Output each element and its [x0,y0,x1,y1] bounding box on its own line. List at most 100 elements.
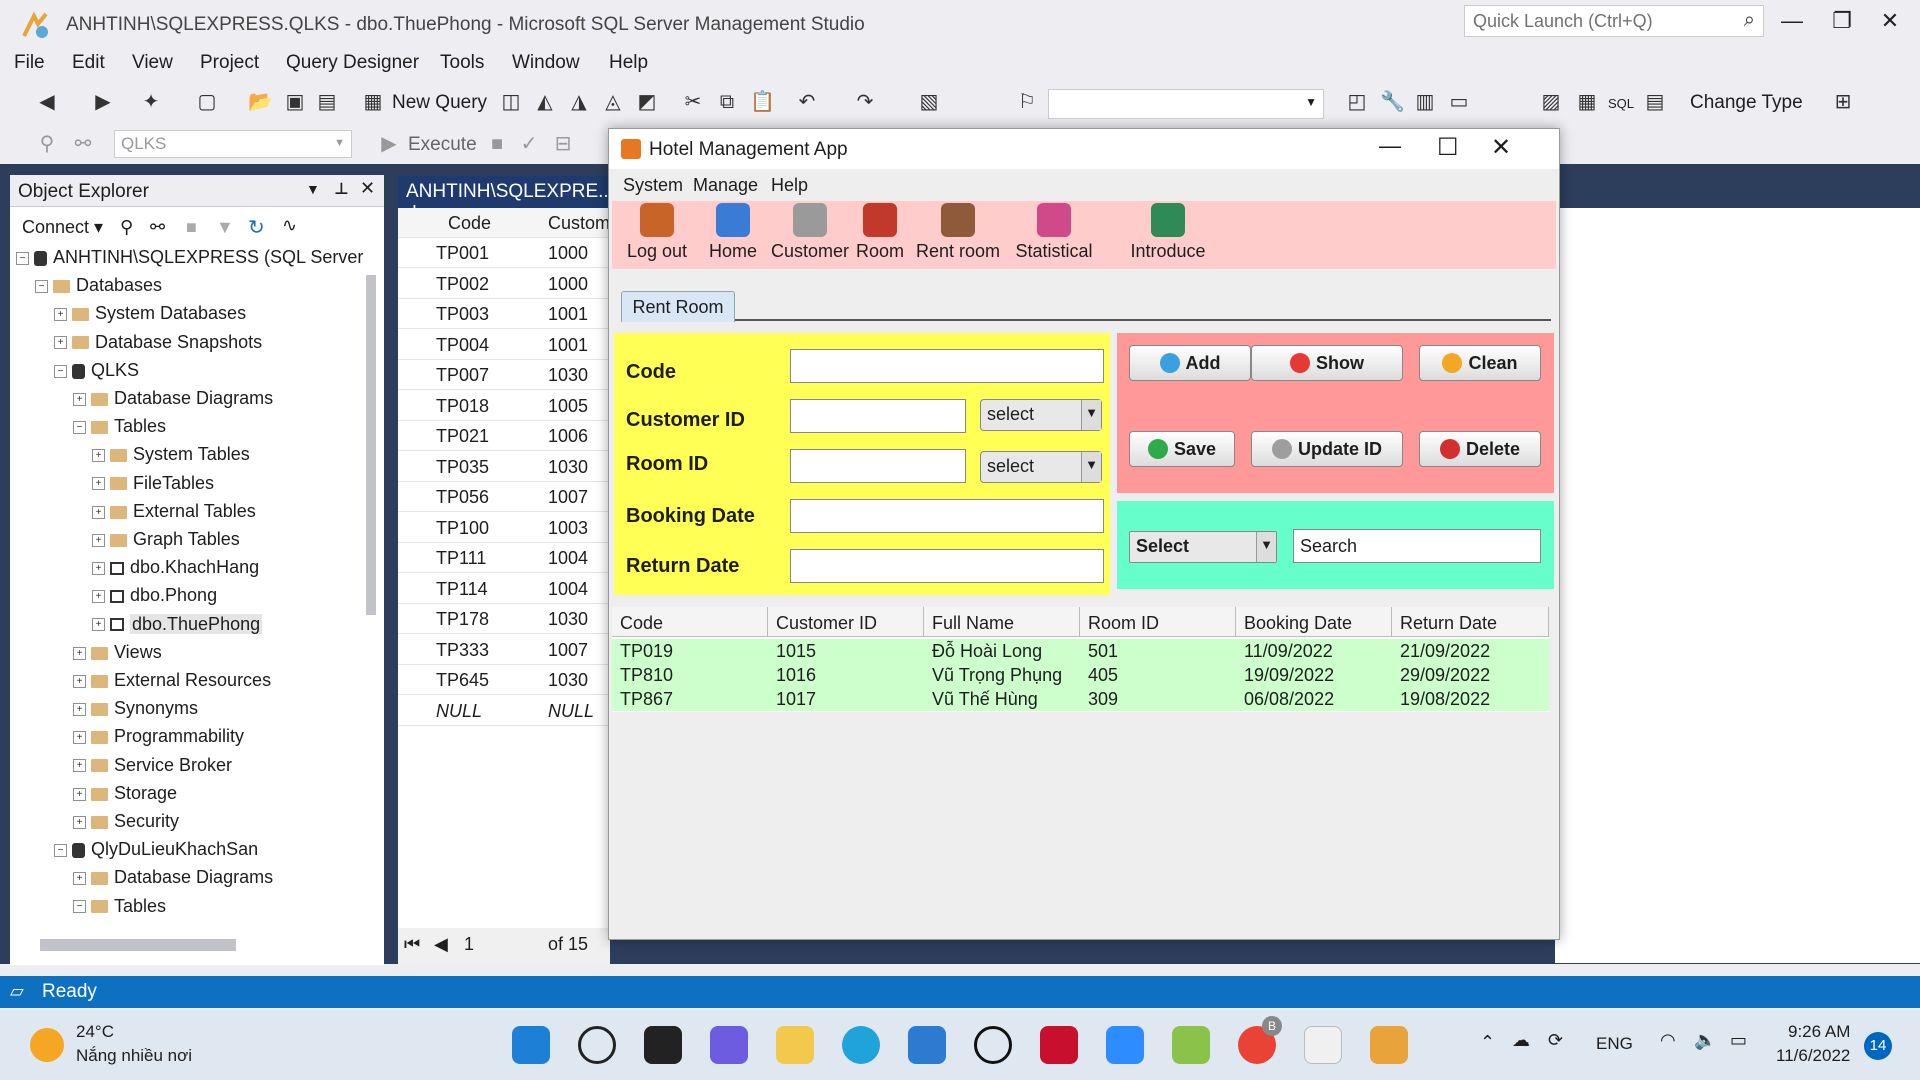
tree-node[interactable]: + Programmability [73,726,244,754]
disconnect-plug-icon[interactable]: ⚯ [150,217,165,238]
filter-icon[interactable]: ▼ [216,217,234,238]
column-header[interactable]: Booking Date [1236,607,1392,637]
properties-icon[interactable]: ◰ [1346,90,1368,114]
table-row[interactable]: TP007 1030 [398,360,610,390]
grid-header-customer[interactable]: Custom [548,213,610,234]
diagram-icon[interactable]: ▨ [1540,90,1562,114]
tree-node[interactable]: + Graph Tables [92,529,240,557]
expand-icon[interactable]: + [92,505,105,519]
grid-cell-customer[interactable]: 1005 [548,396,588,417]
expand-icon[interactable]: + [73,872,86,886]
toolbar-introduce[interactable]: Introduce [1126,203,1210,262]
menu-help[interactable]: Help [609,52,648,74]
app-maximize-button[interactable]: ☐ [1437,133,1459,162]
grid-cell-code[interactable]: TP004 [436,335,489,356]
tree-node[interactable]: + Synonyms [73,698,198,726]
new-item-icon[interactable]: ▢ [196,90,218,114]
app-minimize-button[interactable]: — [1379,133,1401,159]
package-icon[interactable] [1172,1026,1210,1064]
table-row[interactable]: TP004 1001 [398,330,610,360]
execute-button[interactable]: Execute [408,134,477,156]
new-query-button[interactable]: New Query [392,92,487,114]
tree-node[interactable]: + System Databases [54,303,246,331]
table-row[interactable]: TP100 1003 [398,513,610,543]
grid-cell-customer[interactable]: 1007 [548,640,588,661]
grid-cell-code[interactable]: TP002 [436,274,489,295]
copy-icon[interactable]: ⧉ [716,90,738,114]
search-icon[interactable] [578,1026,616,1064]
undo-icon[interactable]: ↶ [796,90,818,114]
back-icon[interactable]: ◀ [36,90,58,114]
new-project-icon[interactable]: ✦ [140,90,162,114]
update-id-button[interactable]: Update ID [1251,431,1403,467]
expand-icon[interactable]: + [92,477,105,491]
save-icon[interactable]: ▣ [284,90,306,114]
xmla-query-icon[interactable]: ◬ [602,90,624,114]
table-row[interactable]: TP111 1004 [398,543,610,573]
language-indicator[interactable]: ENG [1596,1034,1633,1054]
expand-icon[interactable]: + [54,308,67,322]
task-view-icon[interactable] [644,1026,682,1064]
table-row[interactable]: TP178 1030 [398,604,610,634]
edge-icon[interactable] [842,1026,880,1064]
collapse-icon[interactable]: − [73,900,86,914]
activity-icon[interactable]: ∿ [282,215,297,236]
table-row[interactable]: NULL NULL [398,696,610,726]
column-header[interactable]: Full Name [924,607,1080,637]
grid-cell-code[interactable]: TP111 [436,548,486,569]
quick-launch-input[interactable]: Quick Launch (Ctrl+Q) ⌕ [1464,5,1764,37]
first-page-icon[interactable]: ⏮ [404,934,420,955]
oe-close-icon[interactable]: ✕ [360,178,375,199]
table-row[interactable]: TP645 1030 [398,665,610,695]
table-row[interactable]: TP867 1017 Vũ Thế Hùng 309 06/08/2022 19/08/2… [612,687,1549,711]
clean-button[interactable]: Clean [1419,345,1541,381]
weather-desc[interactable]: Nắng nhiều nơi [76,1046,192,1066]
connect-plug-icon[interactable]: ⚲ [120,217,133,238]
expand-icon[interactable]: + [92,618,105,632]
refresh-icon[interactable]: ↻ [248,215,265,240]
teams-icon[interactable] [710,1026,748,1064]
grid-cell-customer[interactable]: 1001 [548,335,588,356]
menu-tools[interactable]: Tools [440,52,484,74]
grid-cell-customer[interactable]: NULL [548,701,594,722]
grid-cell-code[interactable]: TP056 [436,487,489,508]
tree-node[interactable]: − QLKS [54,360,139,388]
oe-dropdown-icon[interactable]: ▼ [306,181,320,197]
notification-badge[interactable]: 14 [1864,1032,1892,1060]
grid-cell-code[interactable]: TP114 [436,579,488,600]
restore-button[interactable]: ❐ [1822,8,1862,38]
volume-icon[interactable]: 🔈 [1694,1030,1716,1051]
expand-icon[interactable]: + [73,759,86,773]
mcafee-icon[interactable] [1040,1026,1078,1064]
page-number[interactable]: 1 [464,934,474,955]
tree-node[interactable]: + Service Broker [73,755,232,783]
table-row[interactable]: TP002 1000 [398,269,610,299]
stop-icon[interactable]: ■ [486,132,508,156]
grid-cell-code[interactable]: TP035 [436,457,489,478]
db-query-icon[interactable]: ◫ [500,90,522,114]
grid-cell-customer[interactable]: 1001 [548,304,588,325]
tree-node[interactable]: + System Tables [92,444,250,472]
grid-cell-code[interactable]: TP003 [436,304,489,325]
table-row[interactable]: TP001 1000 [398,238,610,268]
terminal-icon[interactable]: ▭ [1448,90,1470,114]
grid-cell-customer[interactable]: 1007 [548,487,588,508]
menu-view[interactable]: View [132,52,173,74]
app-close-button[interactable]: ✕ [1491,133,1511,162]
zoom-icon[interactable] [1106,1026,1144,1064]
tree-node[interactable]: − Tables [73,416,166,444]
add-table-icon[interactable]: ⊞ [1832,90,1854,114]
tree-node[interactable]: + Database Snapshots [54,332,262,360]
results-pane-icon[interactable]: ▤ [1644,90,1666,114]
collapse-icon[interactable]: − [35,279,48,293]
toolbar-statistical[interactable]: Statistical [1010,203,1098,262]
tree-node[interactable]: − ANHTINH\SQLEXPRESS (SQL Server 15 [16,247,368,275]
customer-select[interactable]: select ▼ [980,399,1102,431]
return-date-input[interactable] [790,549,1104,583]
tree-node[interactable]: + Database Diagrams [73,388,273,416]
parse-icon[interactable]: ✓ [518,132,540,156]
column-header[interactable]: Customer ID [768,607,924,637]
find-icon[interactable]: ⚐ [1016,90,1038,114]
chevron-up-icon[interactable]: ⌃ [1480,1032,1495,1053]
grid-cell-customer[interactable]: 1003 [548,518,588,539]
